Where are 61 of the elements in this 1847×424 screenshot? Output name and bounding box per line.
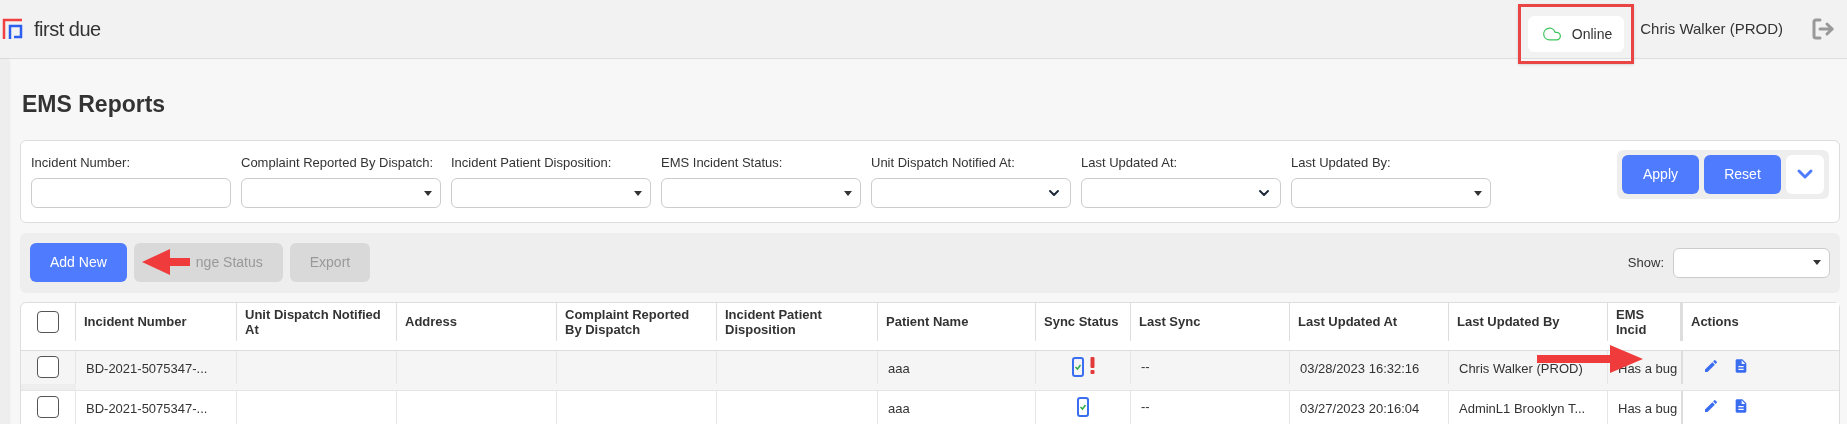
column-header: Address — [405, 314, 458, 330]
select-field[interactable] — [1081, 178, 1281, 208]
filter-button[interactable]: Apply — [1622, 154, 1699, 194]
document-icon[interactable] — [1733, 397, 1749, 414]
column-header: Incident Number — [84, 314, 187, 330]
annotation-arrow — [140, 247, 190, 277]
edit-icon[interactable] — [1703, 357, 1719, 374]
filter-label: Incident Patient Disposition: — [451, 153, 613, 172]
column-header: EMS Incid — [1616, 306, 1648, 337]
filter-label: Unit Dispatch Notified At: — [871, 153, 1016, 172]
filter-label: Last Updated By: — [1291, 153, 1392, 172]
column-header: Patient Name — [886, 314, 969, 330]
select-all-checkbox[interactable] — [37, 310, 59, 333]
column-header: Last Updated By — [1457, 314, 1560, 330]
table-cell: Has a bug — [1618, 400, 1678, 416]
show-select[interactable] — [1673, 247, 1830, 278]
table-cell: -- — [1141, 398, 1150, 414]
table-cell: 03/27/2023 20:16:04 — [1300, 400, 1420, 416]
table-cell: aaa — [888, 400, 910, 416]
select-field[interactable] — [451, 178, 651, 208]
caret-down-icon — [634, 190, 642, 196]
filter-label: Complaint Reported By Dispatch: — [241, 153, 435, 172]
column-header: Last Updated At — [1298, 314, 1398, 330]
select-field[interactable] — [871, 178, 1071, 208]
show-label: Show: — [1627, 253, 1664, 272]
edit-icon[interactable] — [1703, 397, 1719, 414]
filter-label: Last Updated At: — [1081, 153, 1179, 172]
expand-button[interactable] — [1786, 154, 1824, 194]
caret-down-icon — [1474, 190, 1482, 196]
column-header: Unit Dispatch Notified At — [245, 306, 382, 337]
row-checkbox[interactable] — [37, 356, 59, 379]
column-header: Incident Patient Disposition — [725, 306, 823, 337]
page-title: EMS Reports — [22, 90, 167, 119]
connection-status[interactable]: Online — [1527, 16, 1625, 52]
select-field[interactable] — [661, 178, 861, 208]
filter-label: Incident Number: — [31, 153, 131, 172]
logo-text: first due — [34, 17, 101, 42]
table-cell: 03/28/2023 16:32:16 — [1300, 360, 1420, 376]
column-header: Actions — [1691, 314, 1739, 330]
select-field[interactable] — [1291, 178, 1491, 208]
input-field[interactable] — [31, 178, 231, 208]
row-checkbox[interactable] — [37, 396, 59, 419]
column-header: Last Sync — [1139, 314, 1201, 330]
table-cell: BD-2021-5075347-... — [86, 360, 208, 376]
user-name[interactable]: Chris Walker (PROD) — [1640, 17, 1783, 41]
table-cell: Chris Walker (PROD) — [1459, 360, 1583, 376]
filter-button[interactable]: Reset — [1704, 154, 1781, 194]
caret-down-icon — [424, 190, 432, 196]
caret-down-icon — [1813, 260, 1821, 265]
column-header: Sync Status — [1044, 314, 1119, 330]
document-icon[interactable] — [1733, 357, 1749, 374]
logout-icon[interactable] — [1811, 17, 1835, 41]
toolbar-button[interactable]: Add New — [30, 243, 127, 282]
table-cell: aaa — [888, 360, 910, 376]
table-cell: AdminL1 Brooklyn T... — [1459, 400, 1586, 416]
table-cell: BD-2021-5075347-... — [86, 400, 208, 416]
caret-down-icon — [844, 190, 852, 196]
table-cell: -- — [1141, 358, 1150, 374]
filter-label: EMS Incident Status: — [661, 153, 784, 172]
column-header: Complaint Reported By Dispatch — [565, 306, 691, 337]
select-field[interactable] — [241, 178, 441, 208]
